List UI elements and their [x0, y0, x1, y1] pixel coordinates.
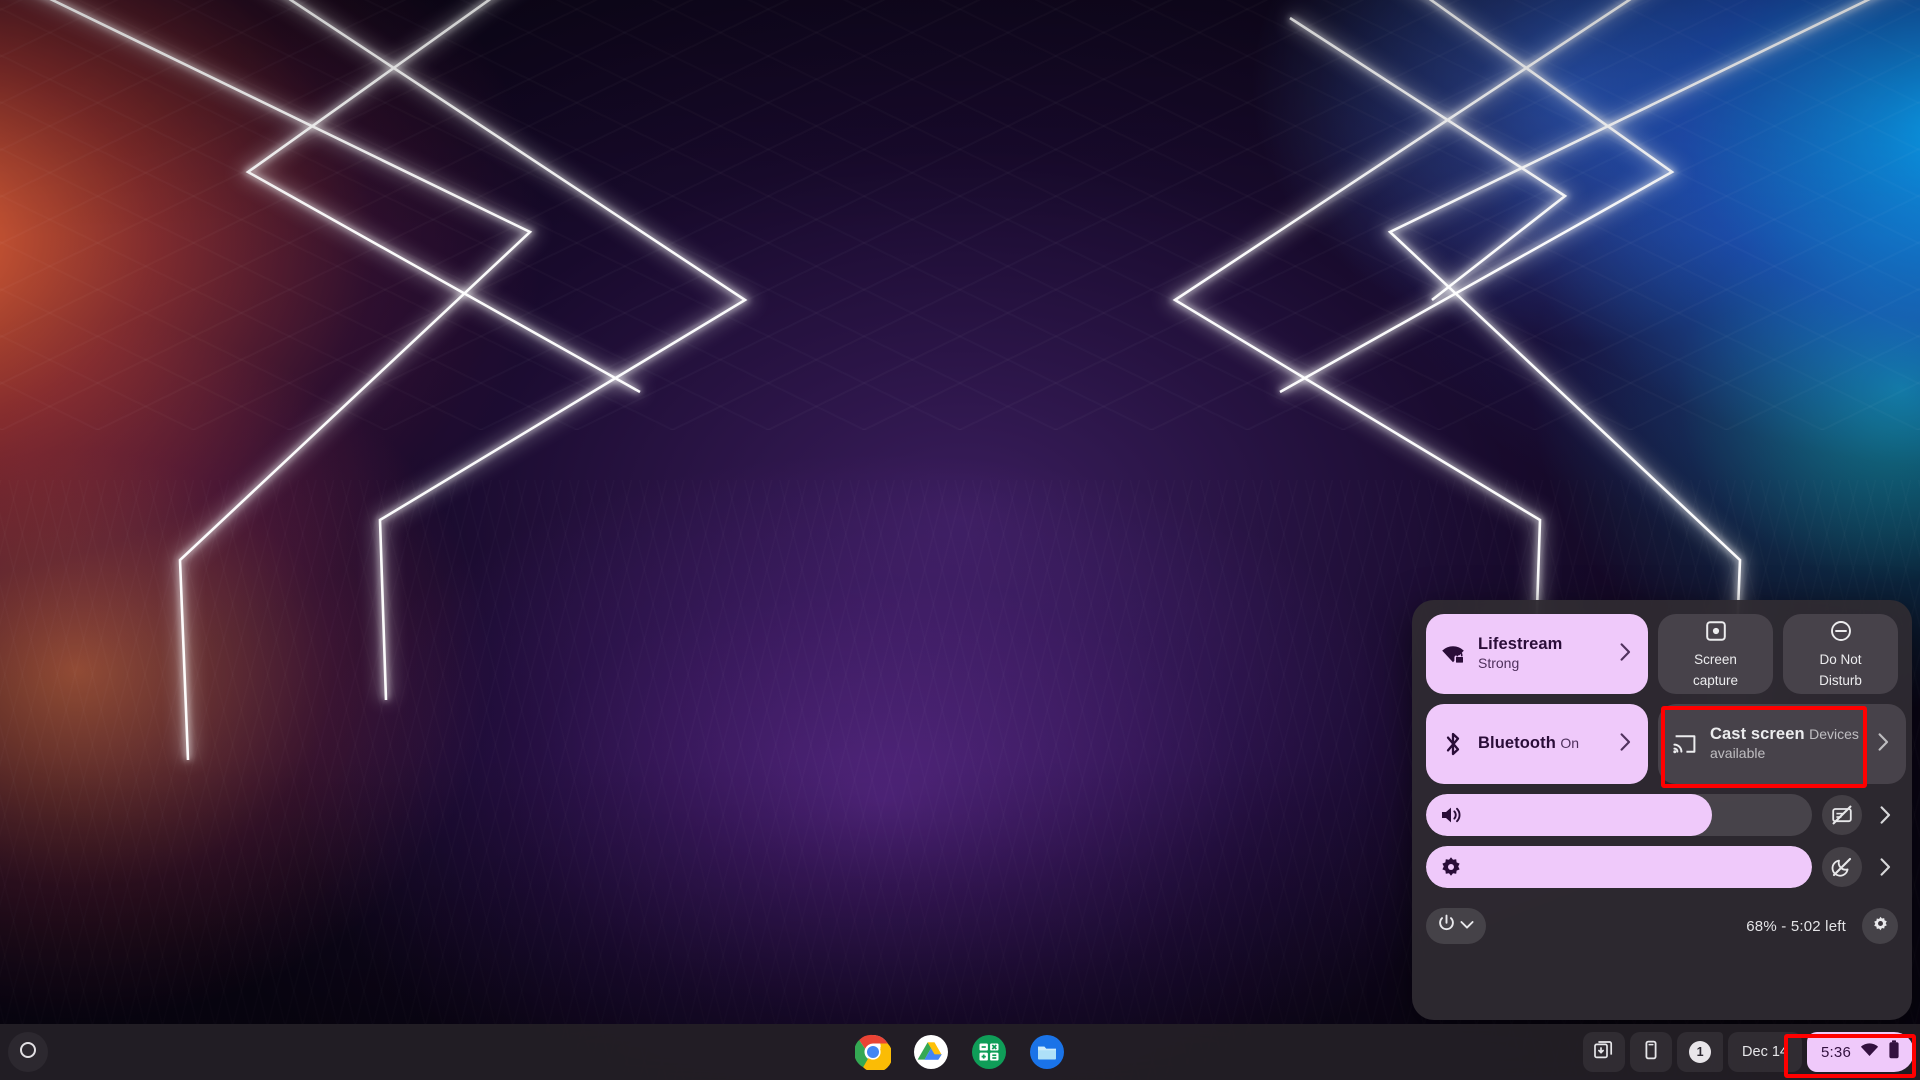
- shelf-app-list: [854, 1034, 1065, 1073]
- power-menu-button[interactable]: [1426, 908, 1486, 944]
- gear-icon: [1871, 914, 1890, 938]
- screen-capture-tile[interactable]: Screen capture: [1658, 614, 1773, 694]
- shelf-app-calculator[interactable]: [971, 1034, 1007, 1070]
- volume-slider-row: [1426, 794, 1898, 836]
- unified-system-tray[interactable]: 5:36: [1807, 1032, 1914, 1072]
- wifi-icon: [1860, 1041, 1879, 1063]
- bluetooth-tile-text: Bluetooth On: [1478, 734, 1608, 753]
- bluetooth-tile-subtitle: On: [1560, 735, 1580, 752]
- notification-count-badge: 1: [1689, 1041, 1712, 1063]
- do-not-disturb-label-line2: Disturb: [1819, 672, 1862, 688]
- notification-counter-button[interactable]: 1: [1677, 1032, 1724, 1072]
- battery-icon: [1888, 1040, 1900, 1064]
- chevron-down-icon: [1460, 917, 1474, 935]
- night-light-off-icon[interactable]: [1822, 847, 1862, 887]
- brightness-settings-chevron-icon[interactable]: [1872, 858, 1898, 876]
- volume-settings-chevron-icon[interactable]: [1872, 806, 1898, 824]
- cast-screen-tile-title: Cast screen: [1710, 725, 1805, 744]
- brightness-slider[interactable]: [1426, 846, 1812, 888]
- do-not-disturb-icon: [1830, 620, 1852, 647]
- quick-settings-row-1: Lifestream Strong Screen capture Do Not …: [1426, 614, 1898, 694]
- brightness-slider-row: [1426, 846, 1898, 888]
- brightness-slider-fill: [1426, 846, 1812, 888]
- shelf-app-drive[interactable]: [913, 1034, 949, 1070]
- bluetooth-tile-title: Bluetooth: [1478, 734, 1556, 753]
- do-not-disturb-label-line1: Do Not: [1819, 652, 1862, 668]
- wifi-locked-icon: [1440, 643, 1466, 665]
- network-tile-title: Lifestream: [1478, 635, 1563, 654]
- holding-space-icon: [1593, 1039, 1615, 1066]
- screen-capture-label-line1: Screen: [1694, 652, 1737, 668]
- brightness-icon: [1440, 856, 1462, 878]
- screen-capture-icon: [1705, 620, 1727, 647]
- volume-slider-fill: [1426, 794, 1712, 836]
- phone-hub-button[interactable]: [1630, 1032, 1673, 1072]
- launcher-button[interactable]: [8, 1032, 48, 1072]
- holding-space-button[interactable]: [1583, 1032, 1626, 1072]
- settings-button[interactable]: [1862, 908, 1898, 944]
- chevron-right-icon[interactable]: [1620, 642, 1636, 666]
- network-tile[interactable]: Lifestream Strong: [1426, 614, 1648, 694]
- cast-icon: [1672, 733, 1698, 755]
- chevron-right-icon[interactable]: [1878, 732, 1894, 756]
- bluetooth-icon: [1440, 731, 1466, 757]
- cast-screen-tile[interactable]: Cast screen Devices available: [1658, 704, 1906, 784]
- bluetooth-tile[interactable]: Bluetooth On: [1426, 704, 1648, 784]
- status-area: 1 Dec 14 5:36: [1583, 1032, 1914, 1072]
- date-tray-button[interactable]: Dec 14: [1728, 1032, 1802, 1072]
- volume-slider[interactable]: [1426, 794, 1812, 836]
- launcher-circle-icon: [19, 1041, 37, 1064]
- network-tile-text: Lifestream Strong: [1478, 635, 1608, 672]
- do-not-disturb-tile[interactable]: Do Not Disturb: [1783, 614, 1898, 694]
- volume-up-icon: [1440, 805, 1462, 825]
- screen-capture-label-line2: capture: [1692, 672, 1739, 688]
- notification-mute-icon[interactable]: [1822, 795, 1862, 835]
- desktop: Lifestream Strong Screen capture Do Not …: [0, 0, 1920, 1080]
- cast-screen-tile-text: Cast screen Devices available: [1710, 725, 1866, 762]
- tray-time-label: 5:36: [1821, 1043, 1851, 1061]
- phone-hub-icon: [1640, 1039, 1662, 1066]
- shelf-app-files[interactable]: [1029, 1034, 1065, 1070]
- quick-settings-bottom-bar: 68% - 5:02 left: [1426, 898, 1898, 954]
- quick-settings-panel: Lifestream Strong Screen capture Do Not …: [1412, 600, 1912, 1020]
- battery-status-label: 68% - 5:02 left: [1746, 917, 1846, 935]
- chevron-right-icon[interactable]: [1620, 732, 1636, 756]
- shelf: 1 Dec 14 5:36: [0, 1024, 1920, 1080]
- power-icon: [1437, 914, 1456, 938]
- network-tile-subtitle: Strong: [1478, 654, 1520, 671]
- quick-settings-row-2: Bluetooth On Cast screen Devices availab…: [1426, 704, 1906, 784]
- shelf-app-chrome[interactable]: [854, 1034, 893, 1073]
